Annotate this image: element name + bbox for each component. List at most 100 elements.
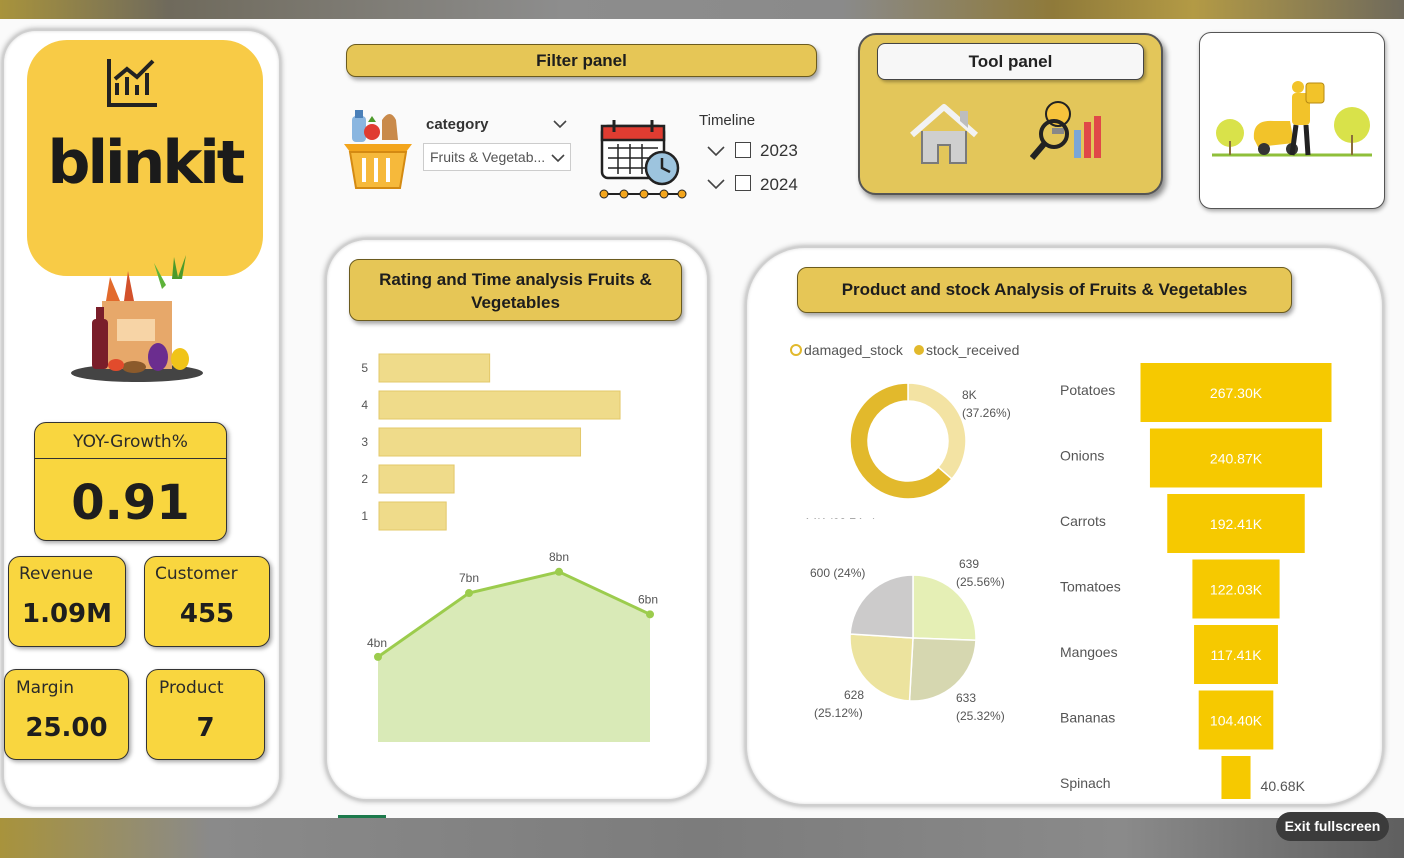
chevron-down-icon[interactable] [551,153,565,163]
category-label: category [426,116,489,133]
kpi-product-label: Product [159,678,224,698]
kpi-customer: Customer 455 [144,556,270,647]
filter-panel-title: Filter panel [346,44,817,77]
rating-bar [378,353,491,383]
rating-bar [378,390,621,420]
stock-donut-chart: damaged_stock stock_received 8K (37.26%) 14K… [790,342,1019,519]
rating-panel-title: Rating and Time analysis Fruits & Vegeta… [349,259,682,321]
rating-bar-chart: 5 4 3 2 1 [361,353,621,531]
rating-bar [378,464,455,494]
stock-panel-title-text: Product and stock Analysis of Fruits & V… [841,280,1248,299]
data-label: (25.12%) [814,706,863,720]
category-dropdown[interactable]: Fruits & Vegetab... [423,143,571,171]
funnel-category-label: Potatoes [1060,382,1115,398]
stock-panel-title: Product and stock Analysis of Fruits & V… [797,267,1292,313]
basket-icon [344,110,412,189]
kpi-revenue-label: Revenue [19,564,94,584]
brand-name-text: blinkit [47,128,246,198]
delivery-rider-illustration [1212,81,1372,157]
kpi-yoy-growth-value: 0.91 [71,475,190,531]
calendar-clock-icon [599,120,687,199]
window-top-strip [0,0,1404,19]
brand-name: blinkit [27,128,263,198]
exit-fullscreen-button[interactable]: Exit fullscreen [1276,812,1389,841]
home-icon[interactable] [908,101,980,167]
funnel-category-label: Onions [1060,448,1104,464]
legend-label: damaged_stock [804,342,904,358]
funnel-data-label: 240.87K [1210,451,1263,467]
rating-tick-label: 5 [361,361,368,375]
customer-pie-chart: 639 (25.56%) 633 (25.32%) 628 (25.12%) 600 (24… [810,557,1005,723]
rating-panel-title-line1: Rating and Time analysis Fruits & [379,270,652,289]
funnel-category-label: Mangoes [1060,644,1118,660]
data-label: 600 (24%) [810,566,865,580]
tool-panel-title-text: Tool panel [968,52,1053,71]
chevron-down-icon[interactable] [553,119,567,129]
kpi-margin-value: 25.00 [25,713,108,743]
quarterly-area-chart: 4bn7bn8bn6bnQtr 1Qtr 2Qtr 3Qtr 4 [367,550,658,742]
data-label: 6bn [638,592,658,606]
donut-slice [907,382,967,481]
rating-bar [378,501,447,531]
grocery-bag-illustration [71,255,203,382]
rating-tick-label: 2 [361,472,368,486]
kpi-product-value: 7 [196,713,215,743]
funnel-category-label: Bananas [1060,710,1115,726]
data-label: (25.56%) [956,575,1005,589]
funnel-category-label: Carrots [1060,513,1106,529]
year-2023-label[interactable]: 2023 [760,141,798,161]
data-label: 7bn [459,571,479,585]
kpi-product: Product 7 [146,669,265,760]
data-label: 639 [959,557,979,571]
legend-marker [790,344,802,356]
dashboard-canvas: blinkit YOY-Growth% 0.91 Revenue 1.09M C… [0,19,1404,818]
data-label: 4bn [367,636,387,650]
kpi-customer-value: 455 [179,599,235,629]
data-label: 628 [844,688,864,702]
tool-panel-title: Tool panel [877,43,1144,80]
funnel-category-label: Tomatoes [1060,579,1121,595]
kpi-yoy-growth: YOY-Growth% 0.91 [34,422,227,541]
year-2023-checkbox[interactable] [735,142,751,158]
analytics-icon[interactable] [1030,94,1102,164]
kpi-margin-label: Margin [16,678,75,698]
funnel-data-label: 267.30K [1210,385,1263,401]
data-point [555,567,563,576]
year-2024-checkbox[interactable] [735,175,751,191]
chart-growth-icon [107,59,157,107]
timeline-label: Timeline [699,112,756,129]
chevron-down-icon[interactable] [707,178,725,190]
funnel-data-label: 40.68K [1261,778,1306,794]
rating-tick-label: 4 [361,398,368,412]
legend-marker [914,345,924,355]
kpi-margin: Margin 25.00 [4,669,129,760]
delivery-illustration-card [1199,32,1385,209]
funnel-data-label: 192.41K [1210,516,1263,532]
window-bottom-strip [0,818,1404,858]
filter-panel-title-text: Filter panel [536,51,627,70]
kpi-customer-label: Customer [155,564,238,584]
data-label: 8K [962,388,977,402]
data-point [646,610,654,619]
data-label: (25.32%) [956,709,1005,723]
category-dropdown-value: Fruits & Vegetab... [430,149,546,165]
funnel-data-label: 122.03K [1210,582,1263,598]
data-label: 14K (62.74...) [804,516,877,519]
area-fill [378,571,650,742]
legend-label: stock_received [926,342,1019,358]
brand-logo: blinkit [27,40,263,276]
funnel-category-label: Spinach [1060,775,1111,791]
rating-bar [378,427,582,457]
product-funnel-chart: Potatoes 267.30K Onions 240.87K Carrots 192.4… [1060,363,1332,799]
chevron-down-icon[interactable] [707,145,725,157]
year-2024-label[interactable]: 2024 [760,175,798,195]
kpi-revenue-value: 1.09M [21,599,113,629]
funnel-bar [1221,756,1251,799]
kpi-divider [35,458,226,459]
data-point [374,652,382,661]
data-label: 633 [956,691,976,705]
rating-tick-label: 1 [361,509,368,523]
rating-tick-label: 3 [361,435,368,449]
exit-fullscreen-label: Exit fullscreen [1284,818,1381,834]
data-label: 8bn [549,550,569,564]
